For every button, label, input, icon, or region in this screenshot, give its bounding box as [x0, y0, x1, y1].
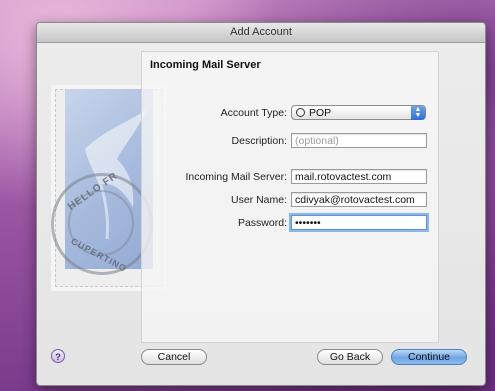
- continue-button[interactable]: Continue: [391, 349, 467, 365]
- description-field[interactable]: (optional): [291, 133, 427, 148]
- add-account-dialog: Add Account HELLO FR CUPERTINO Incoming …: [36, 22, 486, 386]
- password-label: Password:: [237, 217, 287, 229]
- globe-icon: [296, 108, 305, 117]
- user-name-label: User Name:: [230, 194, 287, 206]
- user-name-field[interactable]: cdivyak@rotovactest.com: [291, 192, 427, 207]
- go-back-button[interactable]: Go Back: [317, 349, 383, 365]
- incoming-server-label: Incoming Mail Server:: [185, 171, 287, 183]
- help-button[interactable]: ?: [51, 349, 65, 363]
- incoming-server-field[interactable]: mail.rotovactest.com: [291, 169, 427, 184]
- window-title: Add Account: [37, 23, 485, 43]
- account-type-select[interactable]: POP ▲ ▼: [291, 105, 426, 120]
- cancel-button[interactable]: Cancel: [141, 349, 207, 365]
- select-arrows-icon: ▲ ▼: [411, 106, 425, 120]
- password-field[interactable]: •••••••: [291, 215, 427, 230]
- account-type-label: Account Type:: [220, 107, 287, 119]
- section-title: Incoming Mail Server: [150, 59, 261, 71]
- description-label: Description:: [231, 135, 287, 147]
- account-type-value: POP: [309, 107, 332, 119]
